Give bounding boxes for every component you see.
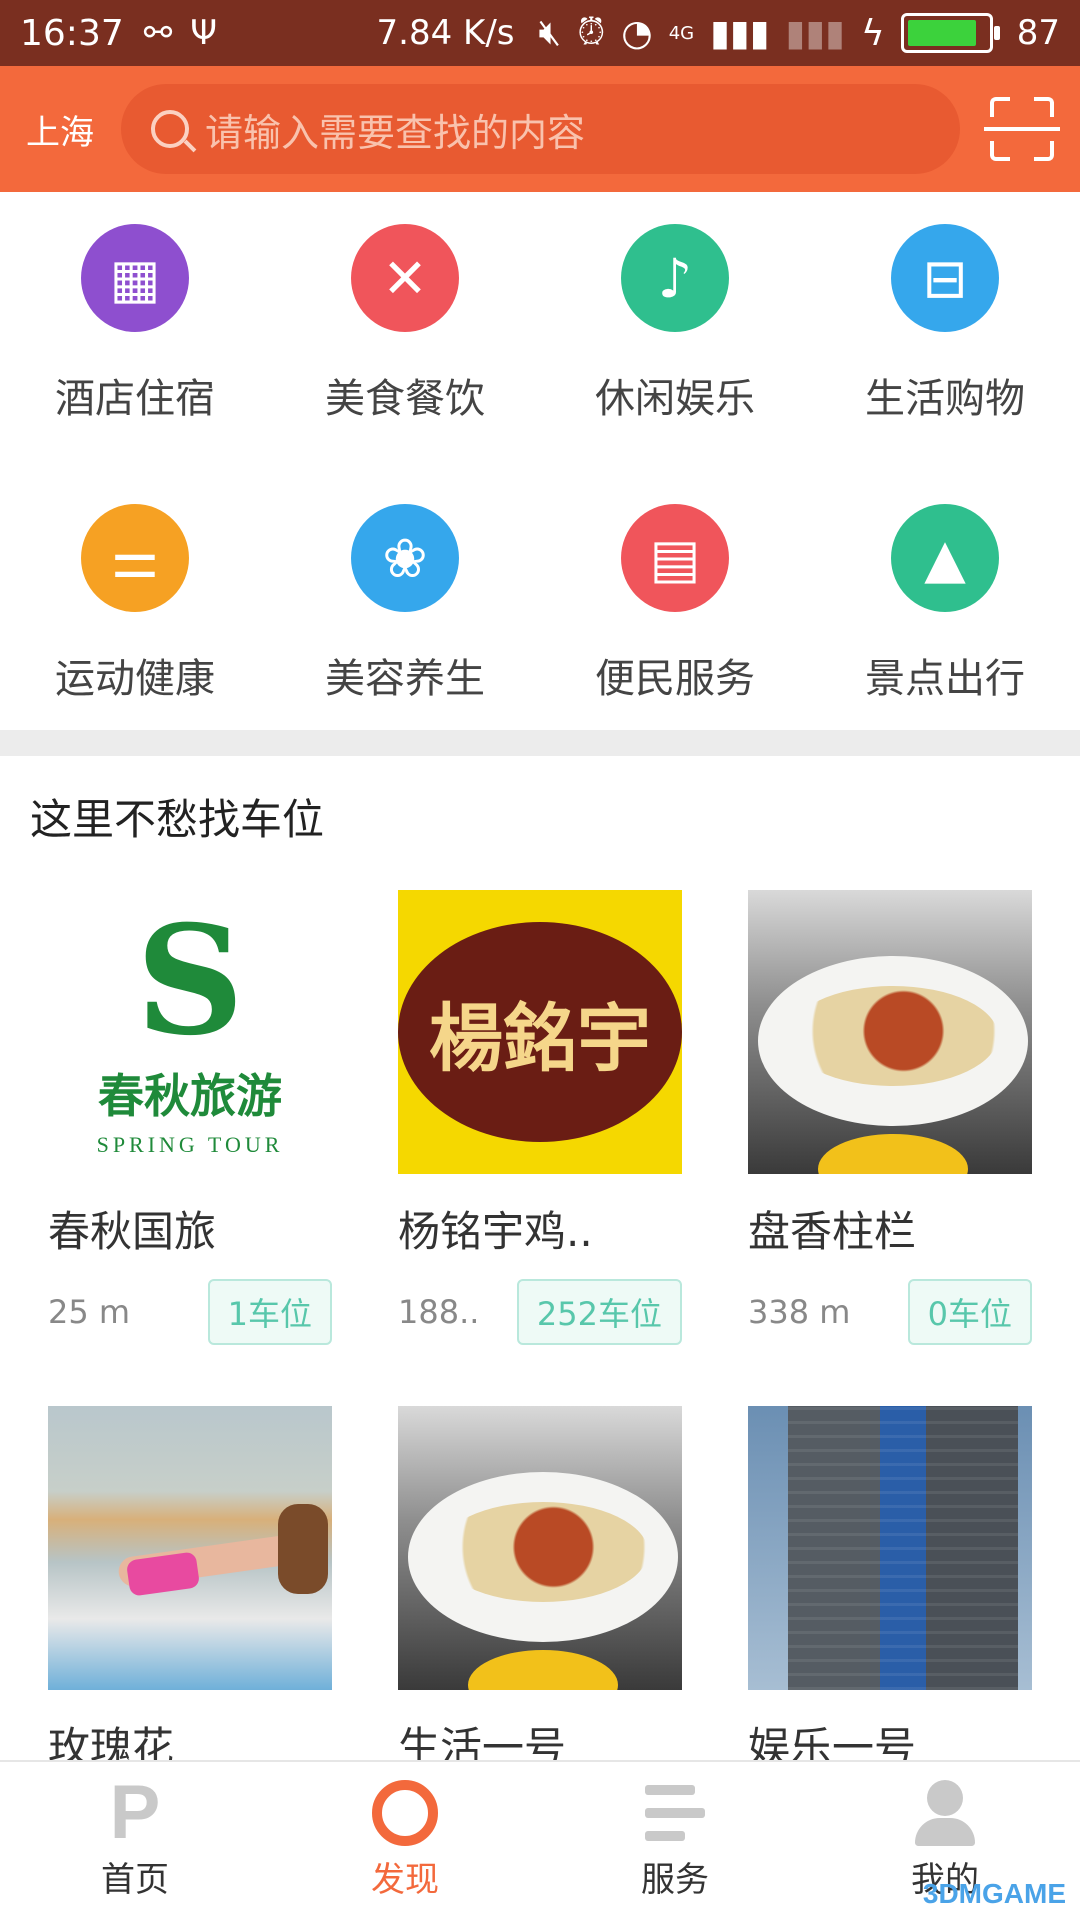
place-name: 杨铭宇鸡.. (398, 1207, 593, 1256)
place-card[interactable]: 生活一号 (398, 1406, 682, 1775)
category-food[interactable]: ✕ 美食餐饮 (270, 192, 540, 474)
category-shopping[interactable]: ⊟ 生活购物 (810, 192, 1080, 474)
hotel-icon: ▦ (81, 224, 189, 332)
category-sports[interactable]: ⚌ 运动健康 (0, 474, 270, 730)
place-distance: 338 m (748, 1293, 851, 1331)
restaurant-logo: 楊銘宇 (398, 922, 682, 1142)
lotus-icon: ❀ (351, 504, 459, 612)
parking-badge: 0车位 (907, 1279, 1032, 1345)
search-placeholder: 请输入需要查找的内容 (205, 110, 586, 155)
place-card[interactable]: 楊銘宇 杨铭宇鸡.. 188.. 252车位 (398, 890, 682, 1345)
parking-badge: 252车位 (516, 1279, 682, 1345)
place-name: 盘香柱栏 (748, 1207, 917, 1256)
nav-label: 发现 (371, 1860, 439, 1900)
place-distance: 188.. (398, 1293, 480, 1331)
signal-icon: ▮▮▮ (710, 12, 770, 54)
section-title: 这里不愁找车位 (30, 795, 325, 844)
service-icon (645, 1785, 705, 1841)
category-grid: ▦ 酒店住宿 ✕ 美食餐饮 ♪ 休闲娱乐 ⊟ 生活购物 ⚌ 运动健康 ❀ 美容养… (0, 192, 1080, 730)
category-label: 景点出行 (865, 656, 1025, 702)
category-label: 便民服务 (595, 656, 755, 702)
category-label: 美食餐饮 (325, 376, 485, 422)
parking-badge: 1车位 (207, 1279, 332, 1345)
dumbbell-icon: ⚌ (81, 504, 189, 612)
category-beauty[interactable]: ❀ 美容养生 (270, 474, 540, 730)
city-selector[interactable]: 上海 (26, 105, 121, 154)
place-card[interactable]: 娱乐一号 (748, 1406, 1032, 1775)
usb-icon: Ψ (190, 13, 218, 53)
place-thumbnail: 楊銘宇 (398, 890, 682, 1174)
category-label: 生活购物 (865, 376, 1025, 422)
place-meta: 338 m 0车位 (748, 1279, 1032, 1345)
mute-icon: 🔇︎ (538, 12, 562, 53)
place-name: 春秋国旅 (48, 1207, 217, 1256)
food-icon: ✕ (351, 224, 459, 332)
battery-percent: 87 (1016, 13, 1060, 53)
basket-icon: ⊟ (891, 224, 999, 332)
signal-empty-icon: ▮▮▮ (785, 12, 845, 54)
status-bar: 16:37 ⚯ Ψ 7.84 K/s 🔇︎ ⏰︎ ◔ 4G ▮▮▮ ▮▮▮ ϟ … (0, 0, 1080, 66)
profile-icon (915, 1780, 975, 1846)
category-label: 休闲娱乐 (595, 376, 755, 422)
status-time: 16:37 (20, 12, 124, 54)
place-distance: 25 m (48, 1293, 131, 1331)
category-services[interactable]: ▤ 便民服务 (540, 474, 810, 730)
spring-tour-logo: S (135, 893, 245, 1069)
place-thumbnail (398, 1406, 682, 1690)
category-label: 酒店住宿 (55, 376, 215, 422)
category-leisure[interactable]: ♪ 休闲娱乐 (540, 192, 810, 474)
category-hotel[interactable]: ▦ 酒店住宿 (0, 192, 270, 474)
place-thumbnail (48, 1406, 332, 1690)
place-thumbnail (748, 1406, 1032, 1690)
place-meta: 188.. 252车位 (398, 1279, 682, 1345)
section-divider (0, 730, 1080, 756)
category-label: 运动健康 (55, 656, 215, 702)
search-icon (151, 110, 189, 148)
search-input[interactable]: 请输入需要查找的内容 (121, 84, 960, 174)
app-header: 上海 请输入需要查找的内容 (0, 66, 1080, 192)
nav-label: 服务 (641, 1860, 709, 1900)
battery-icon (900, 13, 1000, 53)
logo-en-text: SPRING TOUR (96, 1132, 284, 1157)
place-card[interactable]: 玫瑰花 (48, 1406, 332, 1775)
nav-service[interactable]: 服务 (540, 1762, 810, 1920)
wifi-icon: ◔ (621, 12, 653, 54)
place-meta: 25 m 1车位 (48, 1279, 332, 1345)
discover-icon (372, 1780, 438, 1846)
category-travel[interactable]: ▲ 景点出行 (810, 474, 1080, 730)
music-icon: ♪ (621, 224, 729, 332)
bottom-nav: P 首页 发现 服务 我的 (0, 1760, 1080, 1920)
nav-discover[interactable]: 发现 (270, 1762, 540, 1920)
parking-icon: P (109, 1770, 161, 1855)
nav-home[interactable]: P 首页 (0, 1762, 270, 1920)
place-card[interactable]: S 春秋旅游 SPRING TOUR 春秋国旅 25 m 1车位 (48, 890, 332, 1345)
category-label: 美容养生 (325, 656, 485, 702)
charging-icon: ϟ (860, 12, 885, 54)
place-thumbnail (748, 890, 1032, 1174)
watermark-logo: 3DMGAME (922, 1878, 1066, 1909)
nav-label: 首页 (101, 1860, 169, 1900)
share-icon: ⚯ (143, 13, 173, 53)
scan-icon[interactable] (984, 97, 1060, 161)
place-thumbnail: S 春秋旅游 SPRING TOUR (48, 890, 332, 1174)
network-type: 4G (668, 22, 695, 44)
logo-cn-text: 春秋旅游 (98, 1069, 282, 1123)
alarm-icon: ⏰︎ (577, 12, 606, 53)
mountain-icon: ▲ (891, 504, 999, 612)
place-card[interactable]: 盘香柱栏 338 m 0车位 (748, 890, 1032, 1345)
network-speed: 7.84 K/s (376, 13, 515, 53)
card-icon: ▤ (621, 504, 729, 612)
